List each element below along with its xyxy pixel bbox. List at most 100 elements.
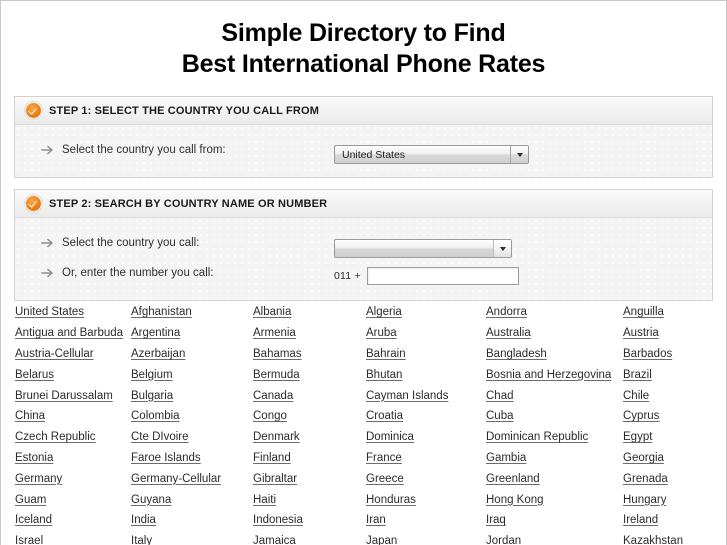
country-cell: Bulgaria <box>131 385 253 406</box>
country-link[interactable]: Austria-Cellular <box>15 348 94 360</box>
country-link[interactable]: Colombia <box>131 410 180 422</box>
country-cell: Iceland <box>15 510 131 531</box>
country-cell: Gibraltar <box>253 468 366 489</box>
country-link[interactable]: Belarus <box>15 369 54 381</box>
country-link[interactable]: Indonesia <box>253 514 303 526</box>
country-link[interactable]: Chad <box>486 390 514 402</box>
country-link[interactable]: Barbados <box>623 348 672 360</box>
country-link[interactable]: Greece <box>366 473 404 485</box>
country-link[interactable]: Bhutan <box>366 369 402 381</box>
country-link[interactable]: Gambia <box>486 452 526 464</box>
country-from-select[interactable]: United States <box>334 145 529 164</box>
country-cell: Hong Kong <box>486 489 623 510</box>
country-link[interactable]: Jamaica <box>253 535 296 545</box>
country-link[interactable]: Austria <box>623 327 659 339</box>
country-to-select-widget[interactable] <box>334 239 512 258</box>
country-link[interactable]: India <box>131 514 156 526</box>
country-link[interactable]: Bulgaria <box>131 390 173 402</box>
country-link[interactable]: Iceland <box>15 514 52 526</box>
country-link[interactable]: Cayman Islands <box>366 390 448 402</box>
country-link[interactable]: Bosnia and Herzegovina <box>486 369 611 381</box>
country-link[interactable]: France <box>366 452 402 464</box>
country-link[interactable]: Hungary <box>623 494 666 506</box>
country-link[interactable]: Aruba <box>366 327 397 339</box>
country-link[interactable]: Algeria <box>366 306 402 318</box>
country-link[interactable]: Cte DIvoire <box>131 431 189 443</box>
country-link[interactable]: Congo <box>253 410 287 422</box>
country-link[interactable]: Armenia <box>253 327 296 339</box>
country-link[interactable]: Gibraltar <box>253 473 297 485</box>
country-cell: Belgium <box>131 364 253 385</box>
country-cell: Jamaica <box>253 531 366 545</box>
country-link[interactable]: Bahamas <box>253 348 302 360</box>
country-cell: Haiti <box>253 489 366 510</box>
country-to-select[interactable] <box>334 239 512 258</box>
country-link[interactable]: Hong Kong <box>486 494 544 506</box>
country-link[interactable]: Anguilla <box>623 306 664 318</box>
country-link[interactable]: Japan <box>366 535 397 545</box>
country-cell: Finland <box>253 448 366 469</box>
country-link[interactable]: Chile <box>623 390 649 402</box>
page-title-line-1: Simple Directory to Find <box>221 19 506 47</box>
country-cell: Guam <box>15 489 131 510</box>
country-link[interactable]: China <box>15 410 45 422</box>
country-link[interactable]: Iraq <box>486 514 506 526</box>
country-link[interactable]: Egypt <box>623 431 652 443</box>
country-link[interactable]: Belgium <box>131 369 173 381</box>
country-link[interactable]: Faroe Islands <box>131 452 201 464</box>
country-link[interactable]: Argentina <box>131 327 180 339</box>
country-link[interactable]: Kazakhstan <box>623 535 683 545</box>
country-link[interactable]: Greenland <box>486 473 540 485</box>
country-cell: Congo <box>253 406 366 427</box>
country-link[interactable]: Iran <box>366 514 386 526</box>
country-link[interactable]: Albania <box>253 306 291 318</box>
country-link[interactable]: Croatia <box>366 410 403 422</box>
country-link[interactable]: Estonia <box>15 452 53 464</box>
country-link[interactable]: Guam <box>15 494 46 506</box>
country-link[interactable]: Denmark <box>253 431 300 443</box>
phone-number-input[interactable] <box>366 267 519 285</box>
country-cell: France <box>366 448 486 469</box>
country-link[interactable]: Germany-Cellular <box>131 473 221 485</box>
country-cell: Barbados <box>623 344 715 365</box>
country-link[interactable]: Haiti <box>253 494 276 506</box>
country-to-label: Select the country you call: <box>62 237 200 249</box>
country-link[interactable]: Afghanistan <box>131 306 192 318</box>
country-link[interactable]: Azerbaijan <box>131 348 185 360</box>
country-link[interactable]: Grenada <box>623 473 668 485</box>
country-link[interactable]: Guyana <box>131 494 171 506</box>
country-link[interactable]: United States <box>15 306 84 318</box>
country-from-select-widget[interactable]: United States <box>334 145 529 164</box>
country-link[interactable]: Jordan <box>486 535 521 545</box>
country-link[interactable]: Ireland <box>623 514 658 526</box>
country-link[interactable]: Dominican Republic <box>486 431 588 443</box>
country-from-select-arrow[interactable] <box>510 146 528 163</box>
country-link[interactable]: Germany <box>15 473 62 485</box>
country-link[interactable]: Czech Republic <box>15 431 96 443</box>
phone-number-label: Or, enter the number you call: <box>62 267 214 279</box>
country-link[interactable]: Bangladesh <box>486 348 547 360</box>
country-link[interactable]: Israel <box>15 535 43 545</box>
country-link[interactable]: Bermuda <box>253 369 300 381</box>
country-link[interactable]: Andorra <box>486 306 527 318</box>
page-root: Simple Directory to Find Best Internatio… <box>0 0 727 545</box>
country-link[interactable]: Brunei Darussalam <box>15 390 113 402</box>
country-link[interactable]: Dominica <box>366 431 414 443</box>
country-link[interactable]: Bahrain <box>366 348 406 360</box>
country-link[interactable]: Cuba <box>486 410 514 422</box>
country-link[interactable]: Australia <box>486 327 531 339</box>
country-link[interactable]: Brazil <box>623 369 652 381</box>
orange-check-icon <box>26 196 41 211</box>
country-link[interactable]: Cyprus <box>623 410 659 422</box>
country-link[interactable]: Antigua and Barbuda <box>15 327 123 339</box>
step-2-body: Select the country you call: Or, enter t… <box>15 218 712 300</box>
page-title-line-2: Best International Phone Rates <box>181 50 546 78</box>
country-link[interactable]: Canada <box>253 390 293 402</box>
country-link[interactable]: Italy <box>131 535 152 545</box>
country-link[interactable]: Honduras <box>366 494 416 506</box>
country-cell: Faroe Islands <box>131 448 253 469</box>
country-link[interactable]: Finland <box>253 452 291 464</box>
country-link[interactable]: Georgia <box>623 452 664 464</box>
country-to-select-arrow[interactable] <box>493 240 511 257</box>
step-1-header-label: STEP 1: SELECT THE COUNTRY YOU CALL FROM <box>49 104 320 117</box>
